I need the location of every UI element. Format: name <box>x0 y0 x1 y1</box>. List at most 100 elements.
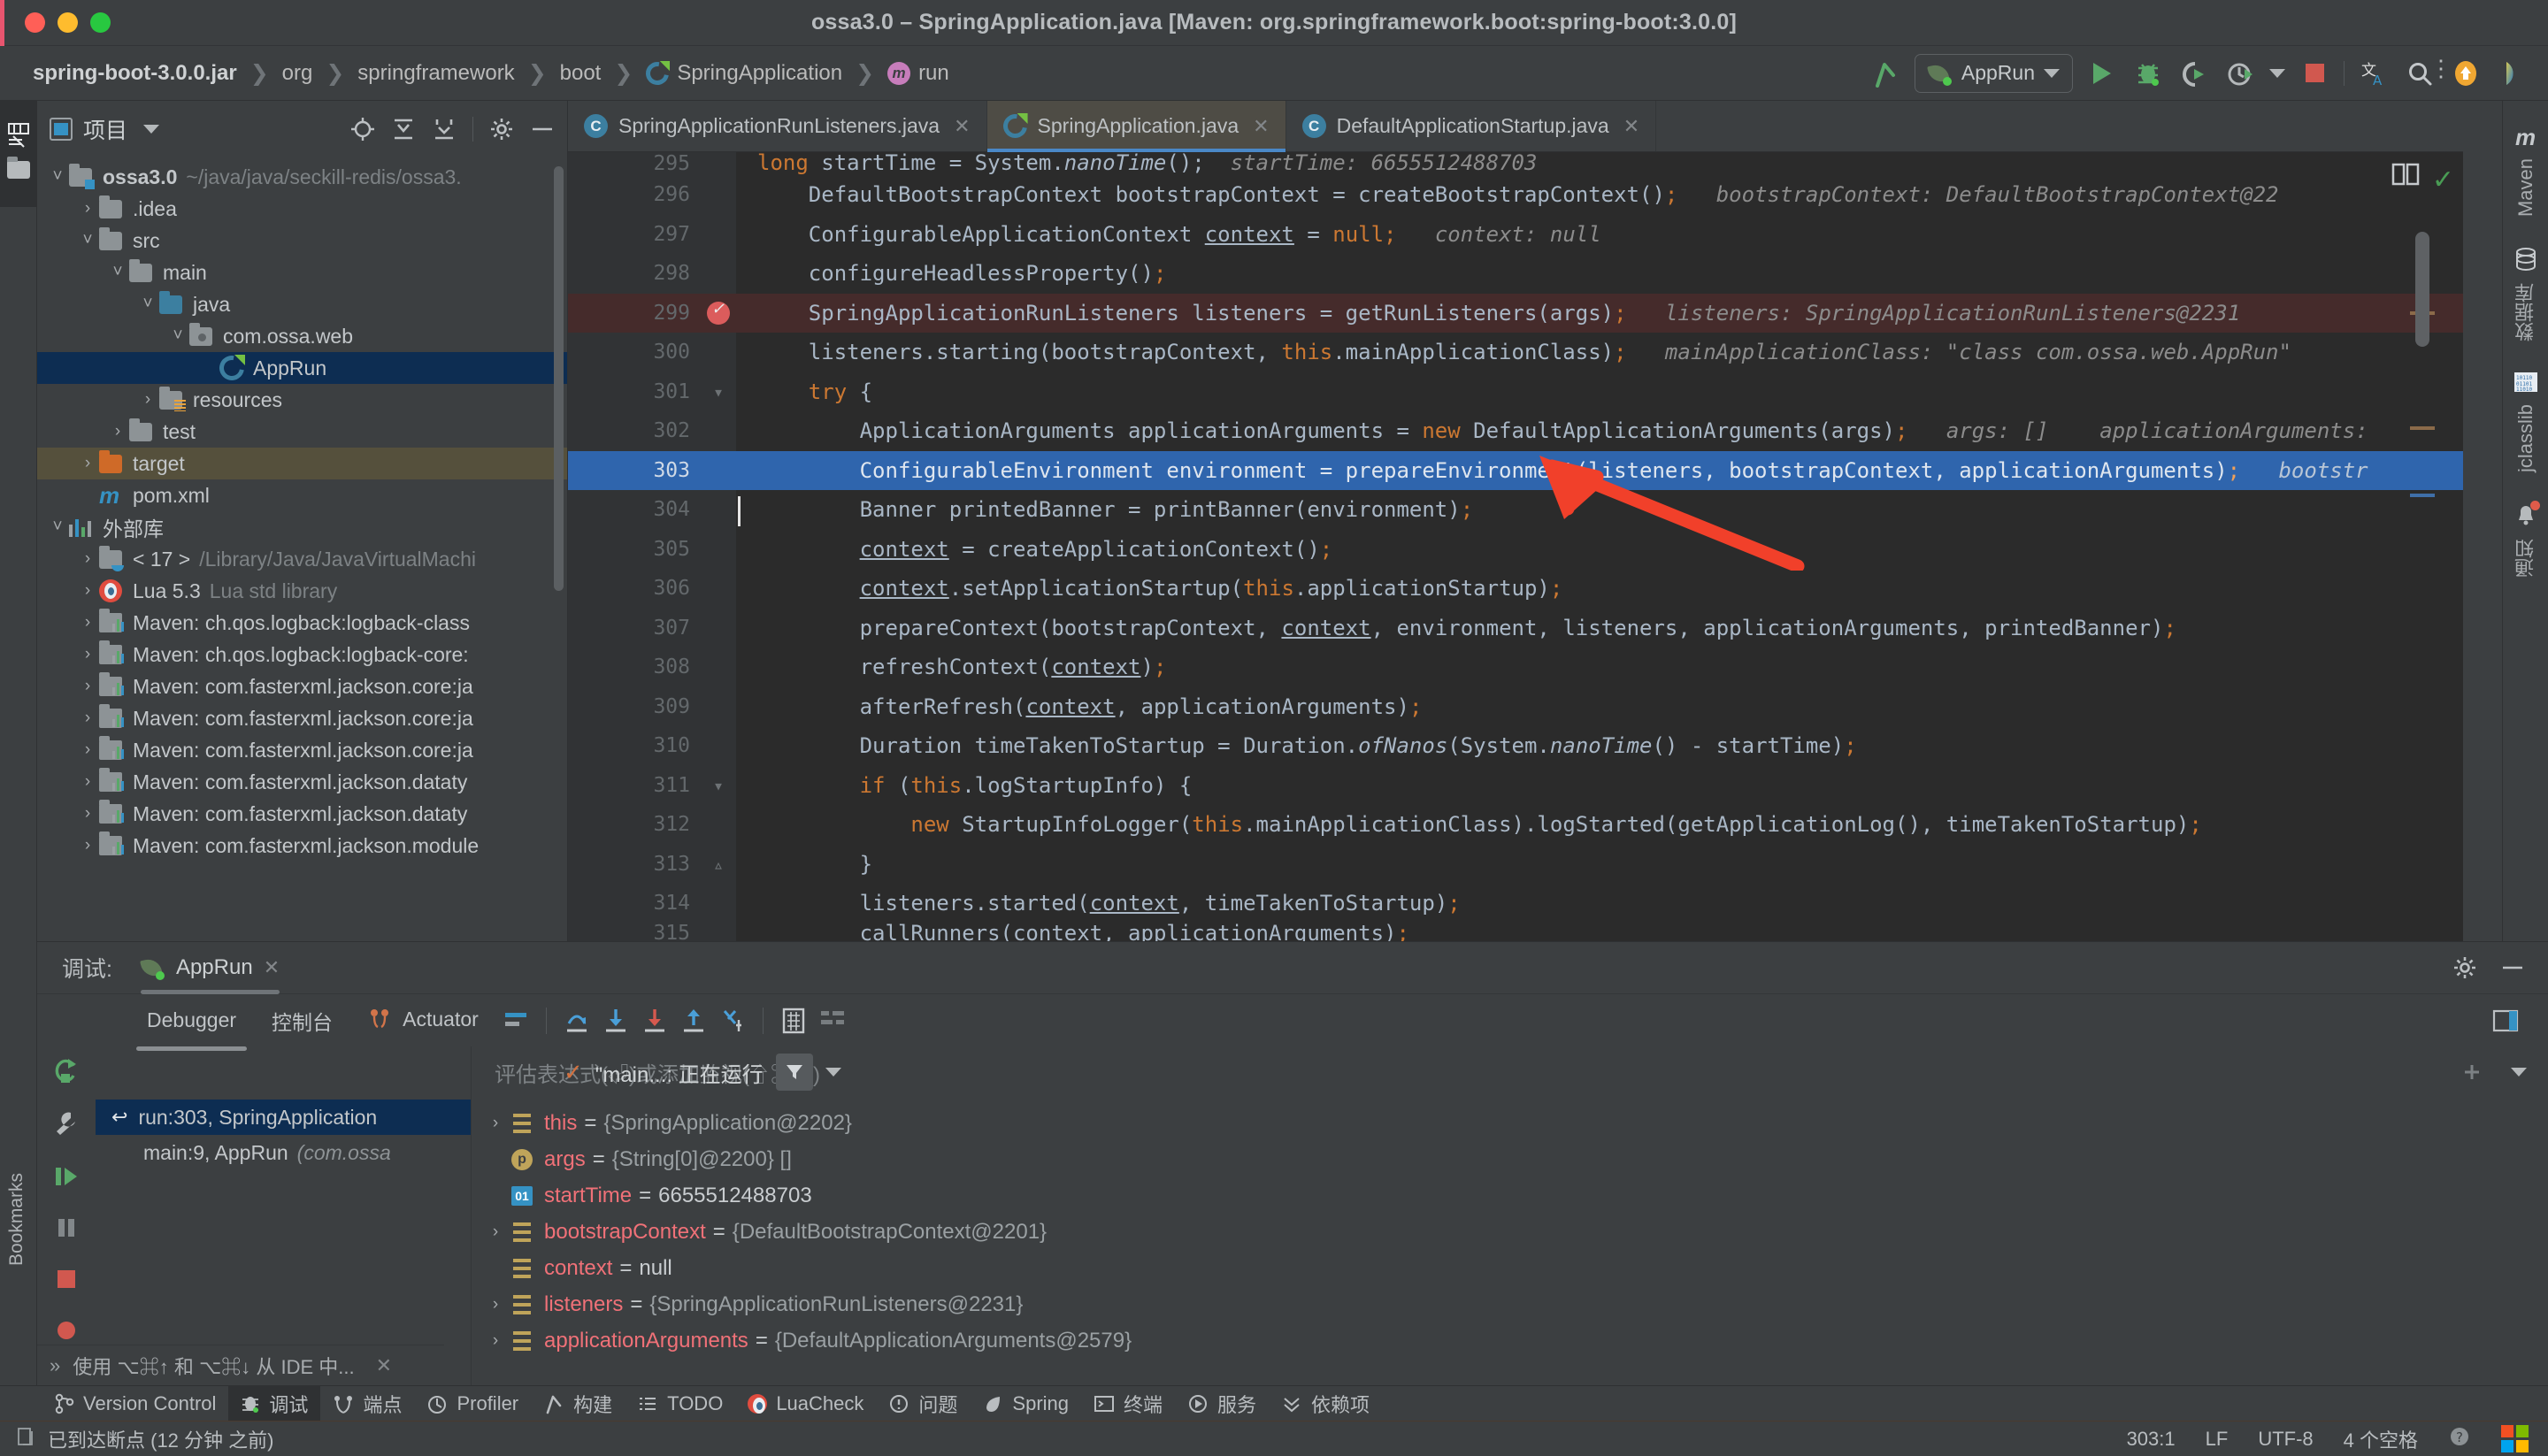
tree-expander-icon[interactable]: › <box>76 454 99 473</box>
right-strip-item-notifications[interactable]: 通知 <box>2512 501 2540 578</box>
code-line[interactable]: 295 long startTime = System.nanoTime(); … <box>568 152 2463 175</box>
expander-icon[interactable]: › <box>482 1114 509 1133</box>
tree-row[interactable]: › Maven: ch.qos.logback:logback-core: <box>37 639 567 671</box>
add-watch-icon[interactable] <box>2452 1053 2491 1092</box>
code-line[interactable]: 305 context = createApplicationContext()… <box>568 530 2463 570</box>
tree-expander-icon[interactable]: › <box>76 613 99 632</box>
bottom-bar-debug[interactable]: 调试 <box>228 1385 321 1422</box>
tree-row[interactable]: ˅ src <box>37 225 567 257</box>
editor-tab-springapplicationrunlisteners[interactable]: C SpringApplicationRunListeners.java ✕ <box>568 101 987 151</box>
ai-assistant-icon[interactable] <box>2495 57 2529 90</box>
code-fold-icon[interactable]: ▵ <box>701 854 736 875</box>
step-out-icon[interactable] <box>674 1001 713 1040</box>
editor-tab-defaultapplicationstartup[interactable]: C DefaultApplicationStartup.java ✕ <box>1286 101 1657 151</box>
restore-layout-icon[interactable] <box>2486 1001 2525 1040</box>
chevron-down-icon[interactable] <box>2269 68 2285 78</box>
breadcrumb-item-class[interactable]: SpringApplication <box>638 57 850 89</box>
variable-row[interactable]: › listeners = {SpringApplicationRunListe… <box>472 1286 2548 1322</box>
breadcrumb-item-org[interactable]: org <box>274 58 321 88</box>
locate-icon[interactable] <box>350 117 375 142</box>
editor-tab-springapplication[interactable]: SpringApplication.java ✕ <box>986 101 1286 152</box>
tree-row-target[interactable]: › target <box>37 448 567 479</box>
tree-row[interactable]: ˅ ossa3.0 ~/java/java/seckill-redis/ossa3… <box>37 161 567 193</box>
frames-list[interactable]: ↩ run:303, SpringApplication main:9, App… <box>96 1100 471 1385</box>
breadcrumb-item-boot[interactable]: boot <box>552 58 610 88</box>
chevron-down-icon[interactable] <box>2511 1068 2527 1077</box>
debug-tab-actuator[interactable]: Actuator <box>350 999 496 1043</box>
tree-row[interactable]: › test <box>37 416 567 448</box>
tree-row[interactable]: › Lua 5.3 Lua std library <box>37 575 567 607</box>
tree-row[interactable]: › Maven: com.fasterxml.jackson.core:ja <box>37 671 567 702</box>
force-step-into-icon[interactable] <box>635 1001 674 1040</box>
breadcrumb-item-method[interactable]: m run <box>879 58 957 88</box>
code-line[interactable]: 298 configureHeadlessProperty(); <box>568 254 2463 294</box>
breadcrumb-item-jar[interactable]: spring-boot-3.0.0.jar <box>25 58 245 88</box>
tree-expander-icon[interactable]: ˅ <box>46 167 69 187</box>
run-to-cursor-icon[interactable] <box>713 1001 752 1040</box>
expander-icon[interactable]: › <box>482 1295 509 1314</box>
tree-expander-icon[interactable]: ˅ <box>106 263 129 282</box>
tree-row[interactable]: › Maven: com.fasterxml.jackson.dataty <box>37 798 567 830</box>
close-hint-icon[interactable]: ✕ <box>376 1354 392 1377</box>
tree-expander-icon[interactable]: › <box>76 740 99 760</box>
variable-row[interactable]: › this = {SpringApplication@2202} <box>472 1105 2548 1141</box>
update-icon[interactable] <box>2449 57 2483 90</box>
gear-icon[interactable] <box>489 117 514 142</box>
breadcrumb-item-springframework[interactable]: springframework <box>349 58 522 88</box>
debug-icon[interactable] <box>2131 57 2165 90</box>
hide-panel-icon[interactable] <box>2500 955 2525 980</box>
debug-tab-debugger[interactable]: Debugger <box>129 1000 254 1051</box>
help-icon[interactable]: ? <box>2448 1425 2471 1453</box>
collapse-all-icon[interactable] <box>432 117 457 142</box>
tree-expander-icon[interactable]: › <box>106 422 129 441</box>
step-over-icon[interactable] <box>557 1001 596 1040</box>
variables-list[interactable]: › this = {SpringApplication@2202} › p ar… <box>471 1098 2548 1385</box>
tree-expander-icon[interactable]: › <box>76 836 99 855</box>
tree-row[interactable]: › Maven: com.fasterxml.jackson.core:ja <box>37 702 567 734</box>
right-strip-item-database[interactable]: 数据库 <box>2512 247 2540 341</box>
translate-icon[interactable]: 文 A <box>2357 57 2391 90</box>
expand-all-icon[interactable] <box>391 117 416 142</box>
tree-row[interactable]: › m pom.xml <box>37 479 567 511</box>
code-line-current[interactable]: 303 ConfigurableEnvironment environment … <box>568 450 2463 526</box>
file-encoding[interactable]: UTF-8 <box>2258 1428 2313 1451</box>
project-tree-vertical-scrollbar[interactable] <box>554 166 564 591</box>
close-tab-icon[interactable]: ✕ <box>954 115 970 138</box>
reader-mode-icon[interactable] <box>2391 161 2421 192</box>
layout-icon[interactable] <box>813 1001 852 1040</box>
debug-session-tab[interactable]: AppRun ✕ <box>132 952 288 994</box>
layout-settings-icon[interactable] <box>496 1001 535 1040</box>
expand-hint-icon[interactable]: » <box>50 1354 60 1377</box>
close-tab-icon[interactable]: ✕ <box>1253 115 1269 138</box>
code-line[interactable]: 302 ApplicationArguments applicationArgu… <box>568 411 2463 451</box>
step-into-icon[interactable] <box>596 1001 635 1040</box>
run-icon[interactable] <box>2085 57 2119 90</box>
variable-row[interactable]: › 01 startTime = 6655512488703 <box>472 1177 2548 1214</box>
bottom-bar-profiler[interactable]: Profiler <box>414 1386 531 1422</box>
bottom-bar-services[interactable]: 服务 <box>1175 1386 1269 1422</box>
right-strip-item-jclasslib[interactable]: 10110 01101 11010 jclasslib <box>2513 372 2538 472</box>
windows-icon[interactable] <box>2501 1425 2529 1452</box>
chevron-down-icon[interactable] <box>825 1068 841 1077</box>
expander-icon[interactable]: › <box>482 1331 509 1351</box>
tree-row[interactable]: › Maven: ch.qos.logback:logback-class <box>37 607 567 639</box>
code-fold-icon[interactable]: ▾ <box>701 775 736 796</box>
pause-program-icon[interactable] <box>47 1215 86 1241</box>
thread-selector[interactable]: ✓ "main...: 正在运行 <box>564 1046 841 1098</box>
tree-row[interactable]: ˅ main <box>37 257 567 288</box>
rerun-icon[interactable] <box>47 1055 86 1085</box>
bottom-bar-spring[interactable]: Spring <box>970 1386 1081 1422</box>
resume-program-icon[interactable] <box>47 1163 86 1190</box>
folder-tool-icon[interactable] <box>0 157 37 179</box>
frame-row[interactable]: ↩ run:303, SpringApplication <box>96 1100 471 1135</box>
variable-row[interactable]: › bootstrapContext = {DefaultBootstrapCo… <box>472 1214 2548 1250</box>
code-lines[interactable]: 295 long startTime = System.nanoTime(); … <box>568 152 2463 1012</box>
tree-expander-icon[interactable]: › <box>76 199 99 218</box>
code-line[interactable]: 309 afterRefresh(context, applicationArg… <box>568 687 2463 727</box>
bottom-bar-luacheck[interactable]: LuaCheck <box>735 1386 876 1422</box>
editor-options-icon[interactable]: ⋮ <box>2429 55 2452 82</box>
stop-icon[interactable] <box>2298 57 2331 90</box>
code-editor[interactable]: 295 long startTime = System.nanoTime(); … <box>568 152 2463 1012</box>
code-line[interactable]: 306 context.setApplicationStartup(this.a… <box>568 569 2463 609</box>
debug-tab-console[interactable]: 控制台 <box>254 997 350 1045</box>
